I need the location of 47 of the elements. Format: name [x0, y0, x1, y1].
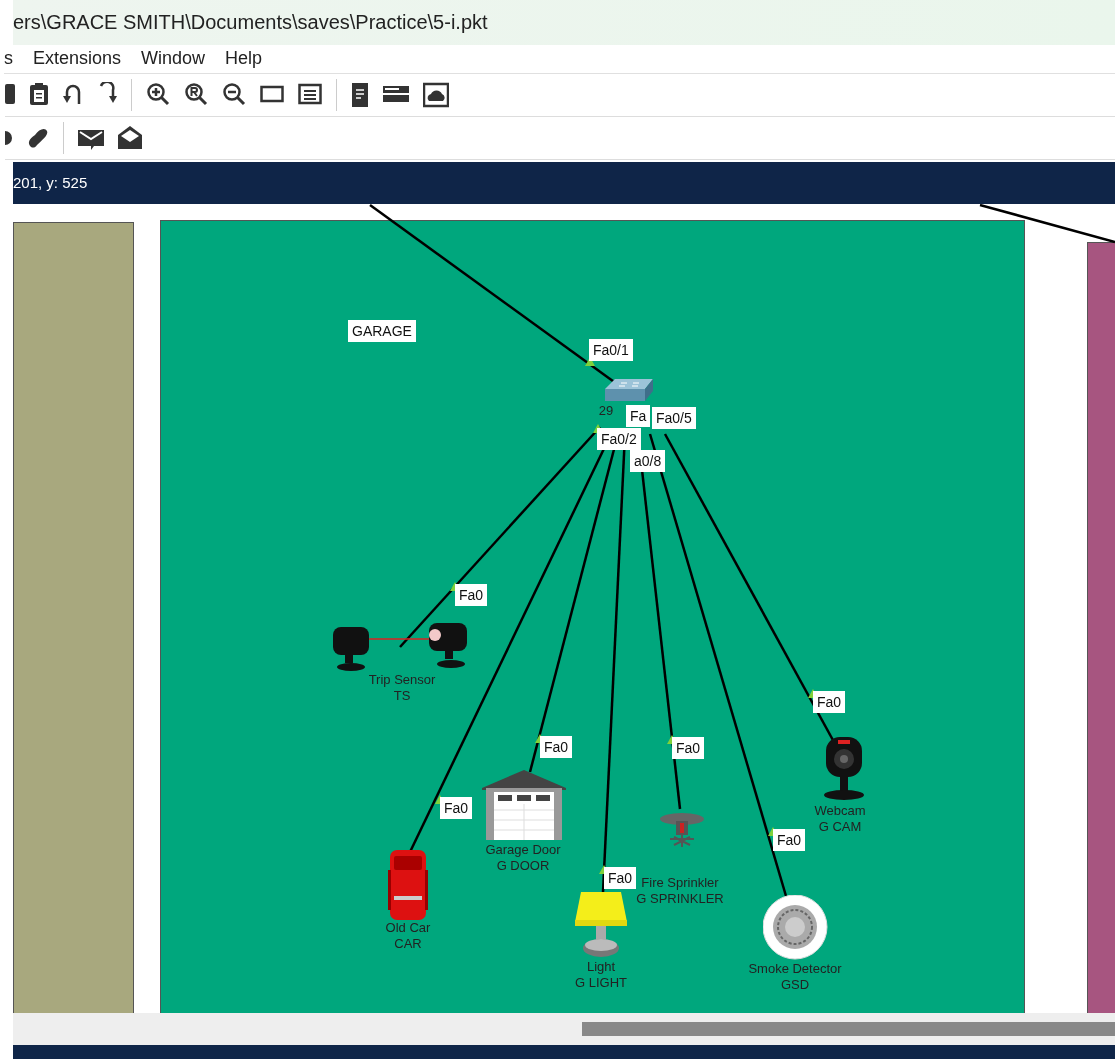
menu-item[interactable]: Extensions: [33, 48, 122, 70]
device-hostname: G SPRINKLER: [636, 890, 724, 907]
device-name: Smoke Detector: [748, 960, 842, 977]
car-icon: [388, 849, 428, 920]
port-label: Fa0: [440, 796, 473, 819]
port-label: Fa0/1: [589, 338, 633, 361]
device-name: Old Car: [385, 919, 431, 936]
device-hostname: G DOOR: [495, 857, 551, 874]
device-hostname: TS: [392, 687, 412, 704]
device-hostname: GSD: [779, 976, 811, 993]
device-hostname: CAR: [393, 935, 423, 952]
garage-icon: [482, 769, 566, 840]
smoke-detector-icon: [763, 894, 828, 960]
webcam-icon: [822, 736, 864, 801]
device-name: Webcam: [814, 802, 866, 819]
switch-label: 29: [598, 402, 614, 419]
port-label: Fa0: [813, 690, 846, 713]
menu-item[interactable]: s: [4, 48, 13, 70]
switch-icon: [605, 378, 653, 403]
port-label: Fa0/5: [652, 406, 696, 429]
area-label: GARAGE: [348, 319, 416, 342]
device-hostname: G CAM: [817, 818, 863, 835]
clipboard-icon[interactable]: [29, 81, 49, 108]
scrollbar-thumb[interactable]: [582, 1022, 1115, 1037]
port-label: Fa0/2: [597, 427, 641, 450]
zoom-in-icon[interactable]: [146, 81, 170, 108]
lamp-icon: [573, 891, 629, 958]
cloud-icon[interactable]: [423, 81, 449, 108]
port-label: a0/8: [630, 449, 666, 472]
port-label: Fa0: [773, 828, 806, 851]
zoom-out-icon[interactable]: [222, 81, 246, 108]
envelope-icon[interactable]: [118, 124, 142, 151]
port-label: Fa: [626, 404, 651, 427]
menu-item[interactable]: Window: [141, 48, 206, 70]
menu-item[interactable]: Help: [225, 48, 263, 70]
port-label: Fa0: [604, 866, 637, 889]
zoom-reset-icon[interactable]: [184, 81, 208, 108]
port-label: Fa0: [455, 583, 488, 606]
device-name: Fire Sprinkler: [640, 874, 720, 891]
coordinates-text: 201, y: 525: [13, 174, 88, 192]
device-hostname: G LIGHT: [575, 974, 627, 991]
device-name: Garage Door: [485, 841, 561, 858]
device-name: Trip Sensor: [368, 671, 436, 688]
window-title: ers\GRACE SMITH\Documents\saves\Practice\5-i.pkt: [13, 10, 488, 34]
port-label: Fa0: [540, 735, 573, 758]
port-label: Fa0: [672, 736, 705, 759]
device-name: Light: [585, 958, 617, 975]
